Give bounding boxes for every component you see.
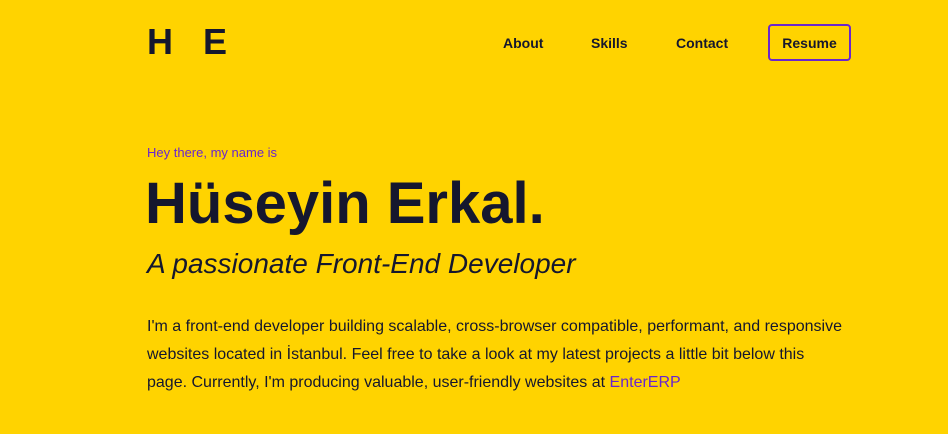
nav-link-contact[interactable]: Contact: [676, 34, 728, 52]
hero-bio-text: I'm a front-end developer building scala…: [147, 318, 842, 391]
employer-link[interactable]: EnterERP: [610, 374, 681, 391]
hero-bio: I'm a front-end developer building scala…: [147, 313, 847, 397]
hero-tagline: A passionate Front-End Developer: [147, 248, 576, 279]
resume-button[interactable]: Resume: [768, 24, 851, 61]
nav-link-about[interactable]: About: [503, 34, 543, 52]
site-logo[interactable]: H E: [147, 22, 237, 62]
site-header: H E About Skills Contact Resume: [0, 0, 948, 86]
hero-name: Hüseyin Erkal.: [145, 171, 545, 236]
hero-greeting: Hey there, my name is: [147, 145, 278, 160]
nav-link-skills[interactable]: Skills: [591, 34, 628, 52]
